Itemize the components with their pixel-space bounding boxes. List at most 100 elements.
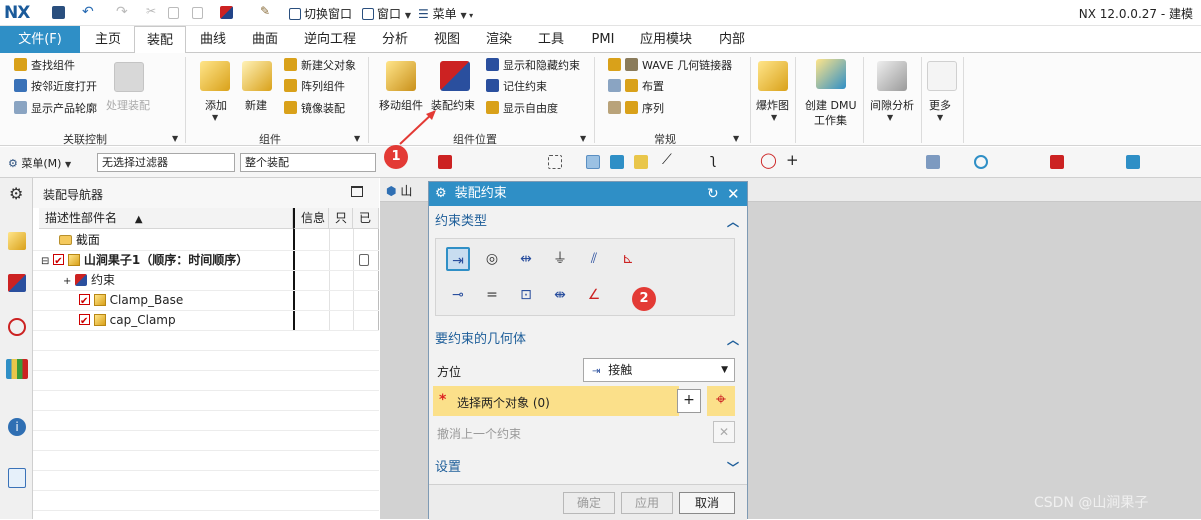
group-expand-icon[interactable]: ▼ — [354, 134, 360, 143]
column-header-info[interactable]: 信息 — [293, 208, 329, 229]
apply-button[interactable]: 应用 — [621, 492, 673, 514]
menu-button[interactable]: ☰ 菜单 ▼ ▾ — [418, 5, 473, 21]
cancel-button[interactable]: 取消 — [679, 492, 735, 514]
cut-icon[interactable]: ✂ — [146, 4, 156, 18]
plus-icon[interactable]: + — [786, 151, 799, 169]
tab-view[interactable]: 视图 — [422, 26, 472, 53]
tree-row-component[interactable]: cap_Clamp — [33, 311, 493, 331]
snap-icon[interactable] — [438, 155, 452, 169]
fit-icon[interactable]: ⊡ — [514, 283, 538, 307]
new-parent-button[interactable]: 新建父对象 — [284, 57, 356, 75]
tab-internal[interactable]: 内部 — [704, 26, 760, 53]
tab-home[interactable]: 主页 — [82, 26, 134, 53]
settings-gear-icon[interactable]: ⚙ — [9, 184, 23, 203]
ok-button[interactable]: 确定 — [563, 492, 615, 514]
rotate-icon[interactable] — [974, 155, 988, 169]
center-icon[interactable]: ⇼ — [548, 283, 572, 307]
group-expand-icon[interactable]: ▼ — [733, 134, 739, 143]
section-header-settings[interactable]: 设置 ﹀ — [429, 456, 747, 480]
show-hide-constraint-button[interactable]: 显示和隐藏约束 — [486, 57, 580, 75]
reuse-library-icon[interactable] — [6, 359, 28, 379]
switch-window-button[interactable]: 切换窗口 — [289, 5, 352, 21]
snapshot-icon[interactable] — [926, 155, 940, 169]
save-icon[interactable] — [52, 6, 65, 19]
visibility-checkbox[interactable] — [79, 312, 90, 331]
wave-linker-button[interactable]: WAVE 几何链接器 — [608, 57, 732, 75]
dialog-gear-icon[interactable]: ⚙ — [435, 186, 447, 201]
close-icon[interactable]: ✕ — [727, 182, 740, 206]
explosion-button[interactable]: 爆炸图 — [756, 97, 789, 113]
copy-icon[interactable] — [168, 7, 179, 19]
table-icon[interactable] — [1050, 155, 1064, 169]
tree-row-root-assembly[interactable]: ⊟ 山涧果子1（顺序：时间顺序） — [33, 251, 566, 271]
equal-icon[interactable]: = — [480, 283, 504, 307]
find-component-button[interactable]: 查找组件 — [14, 57, 75, 75]
add-component-button[interactable]: 添加 — [205, 97, 227, 113]
show-product-outline-button[interactable]: 显示产品轮廓 — [14, 100, 97, 118]
dots-icon[interactable] — [634, 155, 648, 169]
tab-file[interactable]: 文件(F) — [0, 26, 80, 53]
layout-button[interactable]: 布置 — [608, 78, 664, 96]
perpendicular-icon[interactable]: ⊾ — [616, 247, 640, 271]
tab-pmi[interactable]: PMI — [578, 26, 628, 53]
brush-icon[interactable]: ✎ — [260, 4, 270, 18]
group-expand-icon[interactable]: ▼ — [580, 134, 586, 143]
tab-app-modules[interactable]: 应用模块 — [630, 26, 702, 53]
point-dialog-button[interactable]: ⌖ — [707, 386, 735, 416]
explosion-dropdown-icon[interactable]: ▼ — [771, 113, 777, 122]
info-icon[interactable]: i — [8, 418, 26, 436]
align-lock-icon[interactable]: ⊸ — [446, 283, 470, 307]
window-button[interactable]: 窗口 ▼ — [362, 5, 411, 21]
sequence-button[interactable]: 序列 — [608, 100, 664, 118]
concentric-icon[interactable]: ◎ — [480, 247, 504, 271]
clearance-analysis-button[interactable]: 间隙分析 — [870, 97, 914, 113]
column-header-name[interactable]: 描述性部件名 ▲ — [39, 208, 293, 229]
more-button[interactable]: 更多 — [929, 97, 951, 113]
tree-row-section[interactable]: 截面 — [33, 231, 379, 251]
constraint-navigator-icon[interactable] — [8, 274, 26, 292]
select-box-icon[interactable] — [548, 155, 562, 169]
new-component-button[interactable]: 新建 — [245, 97, 267, 113]
collapse-icon[interactable]: ⊟ — [41, 256, 49, 267]
line-icon[interactable]: ⟋ — [662, 152, 672, 168]
selection-scope-combo[interactable]: 整个装配 — [240, 153, 376, 172]
shading-icon[interactable] — [1126, 155, 1140, 169]
menu-dropdown[interactable]: ⚙ 菜单(M) ▼ — [8, 155, 71, 171]
web-browser-icon[interactable] — [8, 468, 26, 488]
view-box-icon[interactable] — [586, 155, 600, 169]
tab-curve[interactable]: 曲线 — [188, 26, 238, 53]
graphics-tab[interactable]: ⬢ 山 — [386, 182, 412, 199]
group-expand-icon[interactable]: ▼ — [172, 134, 178, 143]
column-header-modified[interactable]: 已 — [353, 208, 379, 229]
reset-icon[interactable]: ↻ — [707, 182, 719, 206]
undo-last-constraint[interactable]: 撤消上一个约束 — [437, 425, 521, 442]
paste-icon[interactable] — [192, 7, 203, 19]
add-dropdown-icon[interactable]: ▼ — [212, 113, 218, 122]
tab-render[interactable]: 渲染 — [474, 26, 524, 53]
redo-icon[interactable]: ↷ — [116, 4, 128, 20]
maximize-icon[interactable] — [351, 186, 363, 197]
fix-icon[interactable]: ⏚ — [548, 247, 572, 271]
tab-assembly[interactable]: 装配 — [134, 26, 186, 54]
tab-surface[interactable]: 曲面 — [240, 26, 290, 53]
tab-reverse-engineering[interactable]: 逆向工程 — [292, 26, 368, 53]
mirror-assembly-button[interactable]: 镜像装配 — [284, 100, 345, 118]
circle-icon[interactable]: ◯ — [760, 151, 777, 169]
tree-row-component[interactable]: Clamp_Base — [33, 291, 501, 311]
column-header-readonly[interactable]: 只 — [329, 208, 353, 229]
undo-icon[interactable]: ↶ — [82, 4, 94, 20]
more-dropdown-icon[interactable]: ▼ — [937, 113, 943, 122]
tree-row-constraints[interactable]: + 约束 — [33, 271, 379, 291]
tab-analysis[interactable]: 分析 — [370, 26, 420, 53]
orientation-select[interactable]: ⇥ 接触 ▼ — [583, 358, 735, 382]
arc-icon[interactable]: ʅ — [710, 152, 716, 168]
tab-tools[interactable]: 工具 — [526, 26, 576, 53]
select-objects-row[interactable]: * 选择两个对象 (0) — [433, 386, 679, 416]
distance-icon[interactable]: ⇹ — [514, 247, 538, 271]
cube-view-icon[interactable] — [610, 155, 624, 169]
clearance-dropdown-icon[interactable]: ▼ — [887, 113, 893, 122]
angle-icon[interactable]: ∠ — [582, 283, 606, 307]
parallel-icon[interactable]: ⫽ — [582, 247, 606, 271]
open-by-proximity-button[interactable]: 按邻近度打开 — [14, 78, 97, 96]
expand-icon[interactable]: + — [63, 276, 71, 287]
